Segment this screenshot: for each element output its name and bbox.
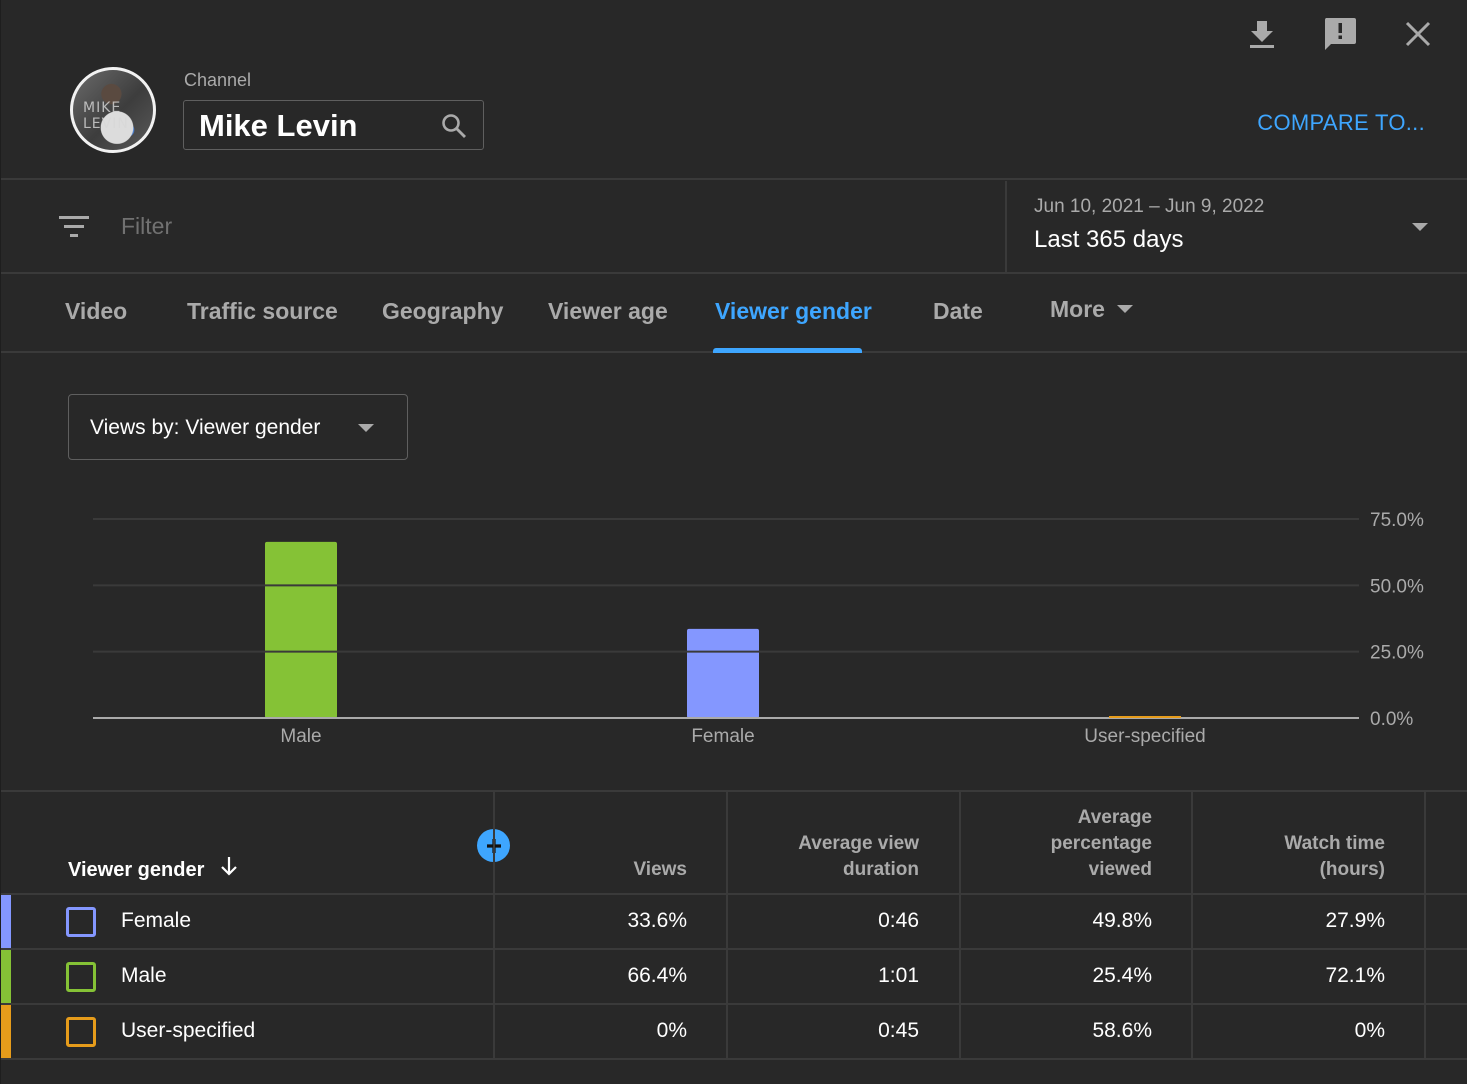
tab-geography[interactable]: Geography (382, 298, 503, 325)
avatar-logo-text: MIKE LEVIN (83, 100, 129, 132)
channel-selector[interactable]: Mike Levin (183, 100, 484, 150)
bar-female (687, 628, 759, 718)
cell-watch-time: 0% (1354, 1019, 1385, 1042)
column-header-viewer-gender[interactable]: Viewer gender (68, 792, 468, 895)
tab-more[interactable]: More (1050, 296, 1133, 323)
tab-video[interactable]: Video (65, 298, 127, 325)
row-color-indicator (1, 895, 11, 948)
table-row[interactable]: Male 66.4% 1:01 25.4% 72.1% (1, 950, 1467, 1005)
column-header-watch-time[interactable]: Watch time (hours) (1193, 792, 1385, 895)
chevron-down-icon (1412, 223, 1428, 231)
metric-dropdown[interactable]: Views by: Viewer gender (68, 394, 408, 460)
filter-icon (59, 216, 89, 237)
dimension-tabs: Video Traffic source Geography Viewer ag… (1, 276, 1467, 353)
row-checkbox[interactable] (66, 962, 96, 992)
bar-chart-svg: Male Female User-specified 0.0% 25.0% 50.0% 75… (93, 510, 1424, 747)
column-separator (1191, 792, 1193, 1060)
filter-button[interactable] (59, 214, 89, 243)
cell-watch-time: 27.9% (1325, 909, 1385, 932)
column-header-label: Views (633, 859, 687, 880)
metric-dropdown-label: Views by: Viewer gender (90, 416, 321, 439)
cell-avg-pct-viewed: 58.6% (1092, 1019, 1152, 1042)
cell-avg-view-duration: 0:46 (878, 909, 919, 932)
bar-user-specified-marker (1109, 716, 1181, 718)
tab-viewer-age[interactable]: Viewer age (548, 298, 668, 325)
top-toolbar (1242, 14, 1438, 54)
column-header-label: Viewer gender (68, 859, 205, 881)
column-separator (493, 792, 495, 1060)
date-range-label: Last 365 days (1034, 226, 1184, 253)
cell-avg-view-duration: 1:01 (878, 964, 919, 987)
y-tick-label: 0.0% (1370, 709, 1413, 730)
column-header-label: Average percentage viewed (1050, 807, 1152, 880)
column-header-label: Watch time (hours) (1284, 833, 1385, 880)
bar-male (265, 541, 337, 718)
row-color-indicator (1, 1005, 11, 1058)
y-tick-label: 75.0% (1370, 510, 1424, 531)
data-table: Viewer gender Views Average view duration… (1, 792, 1467, 1060)
close-icon (1405, 21, 1431, 47)
bar-chart: Male Female User-specified 0.0% 25.0% 50.0% 75… (1, 500, 1467, 760)
filter-input[interactable]: Filter (121, 213, 172, 240)
feedback-button[interactable] (1320, 14, 1360, 54)
table-row[interactable]: User-specified 0% 0:45 58.6% 0% (1, 1005, 1467, 1060)
table-body: Female 33.6% 0:46 49.8% 27.9% Male 66.4%… (1, 895, 1467, 1060)
cell-views: 0% (656, 1019, 687, 1042)
cell-views: 33.6% (627, 909, 687, 932)
tab-viewer-gender[interactable]: Viewer gender (715, 298, 872, 325)
column-separator (726, 792, 728, 1060)
table-header: Viewer gender Views Average view duration… (1, 792, 1467, 895)
compare-to-button[interactable]: COMPARE TO... (1257, 110, 1425, 136)
table-row[interactable]: Female 33.6% 0:46 49.8% 27.9% (1, 895, 1467, 950)
x-tick-label: Female (691, 726, 754, 747)
cell-avg-pct-viewed: 49.8% (1092, 909, 1152, 932)
channel-avatar: MIKE LEVIN (70, 67, 156, 153)
row-label: Male (121, 964, 167, 987)
x-tick-label: Male (280, 726, 321, 747)
tab-date[interactable]: Date (933, 298, 983, 325)
row-label: User-specified (121, 1019, 256, 1042)
download-icon (1250, 21, 1274, 48)
column-separator (1424, 792, 1426, 1060)
column-header-label: Average view duration (798, 833, 919, 880)
row-color-indicator (1, 950, 11, 1003)
cell-views: 66.4% (627, 964, 687, 987)
close-button[interactable] (1398, 14, 1438, 54)
feedback-icon (1324, 18, 1356, 50)
download-button[interactable] (1242, 14, 1282, 54)
active-tab-indicator (713, 348, 862, 353)
tab-more-label: More (1050, 296, 1105, 322)
column-header-views[interactable]: Views (495, 792, 687, 895)
row-checkbox[interactable] (66, 907, 96, 937)
cell-watch-time: 72.1% (1325, 964, 1385, 987)
cell-avg-pct-viewed: 25.4% (1092, 964, 1152, 987)
column-header-avg-pct-viewed[interactable]: Average percentage viewed (961, 792, 1152, 895)
date-range-text: Jun 10, 2021 – Jun 9, 2022 (1034, 196, 1265, 217)
date-range-picker[interactable]: Jun 10, 2021 – Jun 9, 2022 Last 365 days (1005, 181, 1467, 274)
filter-bar: Filter Jun 10, 2021 – Jun 9, 2022 Last 3… (1, 181, 1467, 274)
y-tick-label: 25.0% (1370, 643, 1424, 664)
column-separator (959, 792, 961, 1060)
sort-descending-icon (220, 856, 238, 883)
channel-name: Mike Levin (199, 108, 358, 143)
channel-search-button[interactable] (441, 113, 467, 144)
search-icon (442, 114, 466, 138)
y-tick-label: 50.0% (1370, 576, 1424, 597)
header: MIKE LEVIN Channel Mike Levin COMPARE TO… (1, 0, 1467, 180)
row-checkbox[interactable] (66, 1017, 96, 1047)
cell-avg-view-duration: 0:45 (878, 1019, 919, 1042)
tab-traffic-source[interactable]: Traffic source (187, 298, 338, 325)
column-header-avg-view-duration[interactable]: Average view duration (728, 792, 919, 895)
channel-label: Channel (184, 70, 252, 90)
caret-down-icon (1116, 304, 1133, 313)
x-tick-label: User-specified (1084, 726, 1205, 747)
row-label: Female (121, 909, 192, 932)
chevron-down-icon (358, 424, 374, 432)
